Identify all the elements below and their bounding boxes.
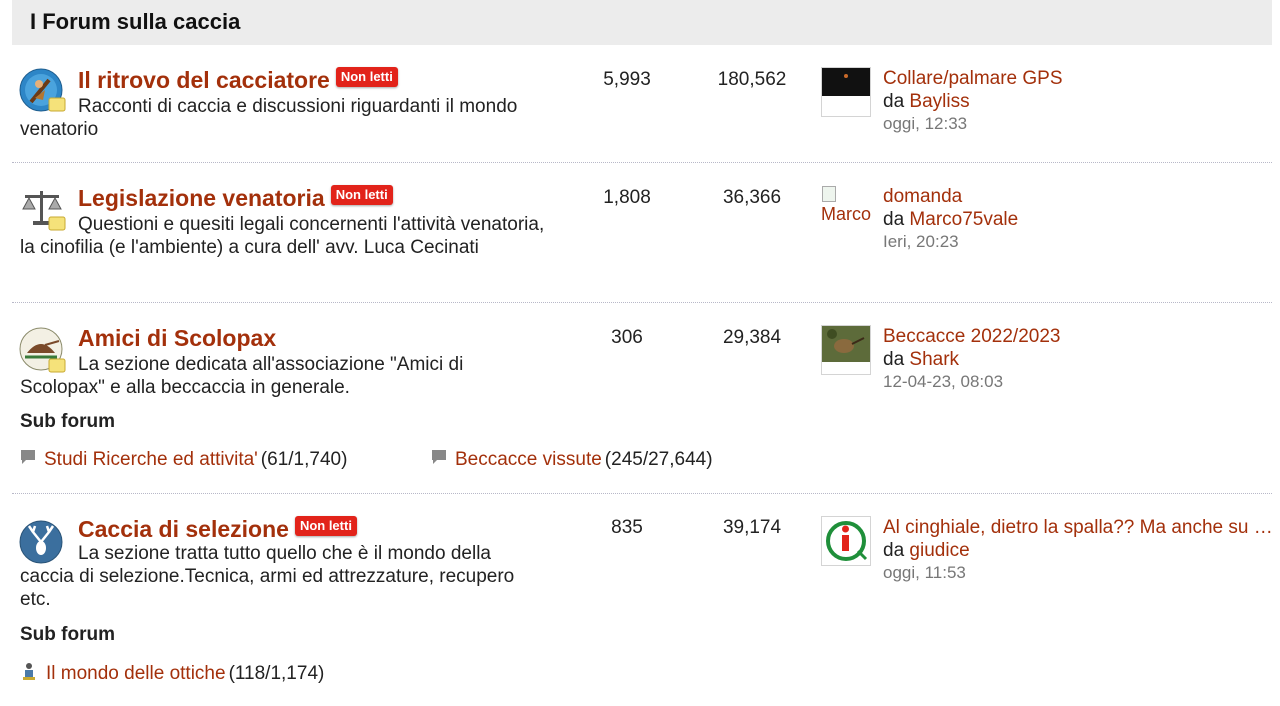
unread-badge: Non letti <box>330 185 393 205</box>
forum-row: Legislazione venatoria Non letti Question… <box>12 163 1272 303</box>
forum-description: Questioni e quesiti legali concernenti l… <box>20 214 545 258</box>
last-post-date: oggi, 11:53 <box>883 563 966 582</box>
forum-category-header: I Forum sulla caccia <box>12 0 1272 45</box>
author-link[interactable]: Bayliss <box>909 91 969 112</box>
subforum-link[interactable]: Studi Ricerche ed attivita' <box>44 449 258 470</box>
subforum-item: Studi Ricerche ed attivita' (61/1,740) <box>20 449 347 471</box>
hunter-figure-icon <box>20 662 38 686</box>
last-post-date: 12-04-23, 08:03 <box>883 372 1004 391</box>
forum-title-link[interactable]: Legislazione venatoria <box>78 185 325 211</box>
last-post-thumbnail[interactable]: Marco <box>821 185 871 235</box>
unread-badge: Non letti <box>294 516 357 536</box>
thread-count: 306 <box>611 327 643 348</box>
last-post-date: oggi, 12:33 <box>883 114 968 133</box>
subforum-link[interactable]: Il mondo delle ottiche <box>46 663 226 684</box>
subforum-count: (118/1,174) <box>228 663 325 685</box>
last-post-author: da Bayliss <box>883 91 970 112</box>
forum-row: Amici di Scolopax La sezione dedicata al… <box>12 303 1272 494</box>
broken-image-icon <box>822 186 836 202</box>
subforum-count: (61/1,740) <box>260 449 348 471</box>
forum-row: Caccia di selezione Non letti La sezione … <box>12 494 1273 706</box>
last-post-title-link[interactable]: Collare/palmare GPS <box>883 68 1273 90</box>
thread-count: 5,993 <box>603 69 651 90</box>
author-link[interactable]: Marco75vale <box>909 209 1018 230</box>
author-link[interactable]: Shark <box>909 349 959 370</box>
forum-description: La sezione dedicata all'associazione "Am… <box>20 354 464 398</box>
thread-count: 1,808 <box>603 187 651 208</box>
last-post-title-link[interactable]: Al cinghiale, dietro la spalla?? Ma anch… <box>883 517 1273 539</box>
post-count: 29,384 <box>722 327 782 348</box>
subforum-label: Sub forum <box>20 624 115 645</box>
unread-badge: Non letti <box>335 67 398 87</box>
forum-description: La sezione tratta tutto quello che è il … <box>20 543 515 610</box>
forum-title-link[interactable]: Caccia di selezione <box>78 516 289 542</box>
last-post-date: Ieri, 20:23 <box>883 232 959 251</box>
speech-bubble-icon <box>20 449 36 471</box>
last-post-author: da Shark <box>883 349 960 370</box>
post-count: 39,174 <box>722 517 782 538</box>
last-post-author: da Marco75vale <box>883 209 1019 230</box>
forum-title-link[interactable]: Amici di Scolopax <box>78 325 276 351</box>
last-post-thumbnail[interactable] <box>821 325 871 375</box>
thumbnail-alt-text: Marco <box>821 204 871 224</box>
forum-description: Racconti di caccia e discussioni riguard… <box>20 96 518 140</box>
forum-row: Il ritrovo del cacciatore Non letti Racco… <box>12 45 1272 163</box>
subforum-label: Sub forum <box>20 411 115 432</box>
subforum-count: (245/27,644) <box>604 449 713 471</box>
post-count: 180,562 <box>717 69 787 90</box>
thread-count: 835 <box>611 517 643 538</box>
post-count: 36,366 <box>722 187 782 208</box>
forum-title-link[interactable]: Il ritrovo del cacciatore <box>78 67 330 93</box>
last-post-title-link[interactable]: domanda <box>883 186 1273 208</box>
subforum-link[interactable]: Beccacce vissute <box>455 449 602 470</box>
subforum-item: Il mondo delle ottiche (118/1,174) <box>20 662 324 686</box>
last-post-title-link[interactable]: Beccacce 2022/2023 <box>883 326 1273 348</box>
author-link[interactable]: giudice <box>909 540 969 561</box>
speech-bubble-icon <box>431 449 447 471</box>
subforum-item: Beccacce vissute (245/27,644) <box>431 449 713 471</box>
last-post-thumbnail[interactable] <box>821 67 871 117</box>
last-post-thumbnail[interactable] <box>821 516 871 566</box>
category-title: I Forum sulla caccia <box>30 9 241 34</box>
last-post-author: da giudice <box>883 540 970 561</box>
